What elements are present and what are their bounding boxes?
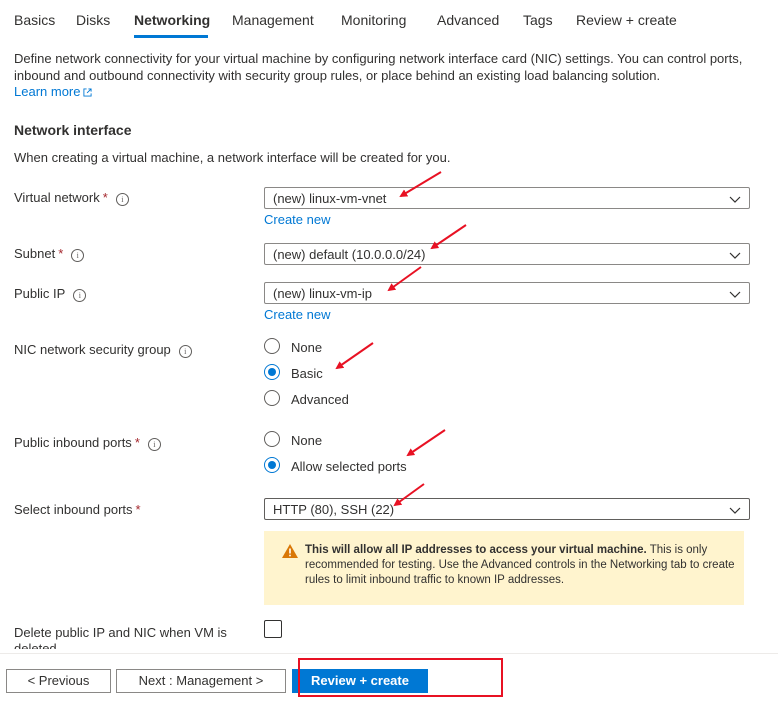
next-management-button[interactable]: Next : Management > xyxy=(116,669,286,693)
inbound-option-none: None xyxy=(291,433,323,448)
networking-description: Define network connectivity for your vir… xyxy=(14,51,743,83)
radio-circle xyxy=(264,338,280,354)
section-description: When creating a virtual machine, a netwo… xyxy=(14,150,451,165)
select-inbound-ports-value: HTTP (80), SSH (22) xyxy=(273,502,395,517)
required-asterisk: * xyxy=(102,190,108,205)
tab-monitoring[interactable]: Monitoring xyxy=(341,12,406,28)
public-ip-label: Public IP i xyxy=(14,286,87,302)
public-ip-label-text: Public IP xyxy=(14,286,66,301)
virtual-network-dropdown[interactable]: (new) linux-vm-vnet xyxy=(264,187,750,209)
nsg-option-none: None xyxy=(291,340,323,355)
select-inbound-ports-label: Select inbound ports * xyxy=(14,502,141,517)
delete-public-ip-label: Delete public IP and NIC when VM is dele… xyxy=(14,625,254,649)
tab-advanced[interactable]: Advanced xyxy=(437,12,499,28)
info-icon[interactable]: i xyxy=(147,438,161,451)
review-create-button[interactable]: Review + create xyxy=(292,669,428,693)
previous-button[interactable]: < Previous xyxy=(6,669,111,693)
public-inbound-ports-label: Public inbound ports * i xyxy=(14,435,161,451)
nsg-option-basic: Basic xyxy=(291,366,323,381)
virtual-network-value: (new) linux-vm-vnet xyxy=(273,191,387,206)
radio-circle xyxy=(264,457,280,473)
radio-circle xyxy=(264,364,280,380)
delete-public-ip-checkbox[interactable] xyxy=(264,620,282,638)
tab-basics[interactable]: Basics xyxy=(14,12,55,28)
nsg-option-advanced: Advanced xyxy=(291,392,349,407)
delete-public-ip-label-text: Delete public IP and NIC when VM is dele… xyxy=(14,625,227,649)
external-link-icon xyxy=(83,88,93,97)
info-icon[interactable]: i xyxy=(115,193,129,206)
wizard-footer: < Previous Next : Management > Review + … xyxy=(0,653,778,703)
select-inbound-ports-dropdown[interactable]: HTTP (80), SSH (22) xyxy=(264,498,750,520)
tab-review-create[interactable]: Review + create xyxy=(576,12,677,28)
required-asterisk: * xyxy=(135,502,141,517)
chevron-down-icon xyxy=(729,196,741,203)
nic-nsg-label: NIC network security group i xyxy=(14,342,192,358)
warning-triangle-icon xyxy=(282,544,298,558)
subnet-label-text: Subnet xyxy=(14,246,56,261)
required-asterisk: * xyxy=(134,435,140,450)
chevron-down-icon xyxy=(729,252,741,259)
tab-tags[interactable]: Tags xyxy=(523,12,553,28)
warning-message: This will allow all IP addresses to acce… xyxy=(264,531,744,605)
warning-text: This will allow all IP addresses to acce… xyxy=(305,543,735,588)
chevron-down-icon xyxy=(729,291,741,298)
warning-bold-text: This will allow all IP addresses to acce… xyxy=(305,544,647,556)
info-icon[interactable]: i xyxy=(73,289,87,302)
select-inbound-ports-label-text: Select inbound ports xyxy=(14,502,133,517)
subnet-dropdown[interactable]: (new) default (10.0.0.0/24) xyxy=(264,243,750,265)
required-asterisk: * xyxy=(58,246,64,261)
annotation-arrow xyxy=(335,342,374,370)
virtual-network-label-text: Virtual network xyxy=(14,190,100,205)
active-tab-indicator xyxy=(134,35,208,38)
public-ip-dropdown[interactable]: (new) linux-vm-ip xyxy=(264,282,750,304)
inbound-option-allow-selected: Allow selected ports xyxy=(291,459,407,474)
public-ip-value: (new) linux-vm-ip xyxy=(273,286,372,301)
annotation-arrow xyxy=(406,429,446,457)
wizard-tabs: Basics Disks Networking Management Monit… xyxy=(0,0,778,40)
chevron-down-icon xyxy=(729,507,741,514)
tab-networking[interactable]: Networking xyxy=(134,12,210,28)
radio-circle xyxy=(264,431,280,447)
subnet-label: Subnet * i xyxy=(14,246,85,262)
tab-disks[interactable]: Disks xyxy=(76,12,110,28)
learn-more-link[interactable]: Learn more xyxy=(14,84,93,99)
info-icon[interactable]: i xyxy=(71,249,85,262)
nic-nsg-label-text: NIC network security group xyxy=(14,342,171,357)
section-title-network-interface: Network interface xyxy=(14,122,132,138)
learn-more-label: Learn more xyxy=(14,84,81,99)
tab-management[interactable]: Management xyxy=(232,12,314,28)
public-inbound-ports-label-text: Public inbound ports xyxy=(14,435,132,450)
info-icon[interactable]: i xyxy=(178,345,192,358)
create-new-vnet-link[interactable]: Create new xyxy=(264,212,330,227)
create-new-public-ip-link[interactable]: Create new xyxy=(264,307,330,322)
subnet-value: (new) default (10.0.0.0/24) xyxy=(273,247,426,262)
radio-circle xyxy=(264,390,280,406)
virtual-network-label: Virtual network * i xyxy=(14,190,129,206)
